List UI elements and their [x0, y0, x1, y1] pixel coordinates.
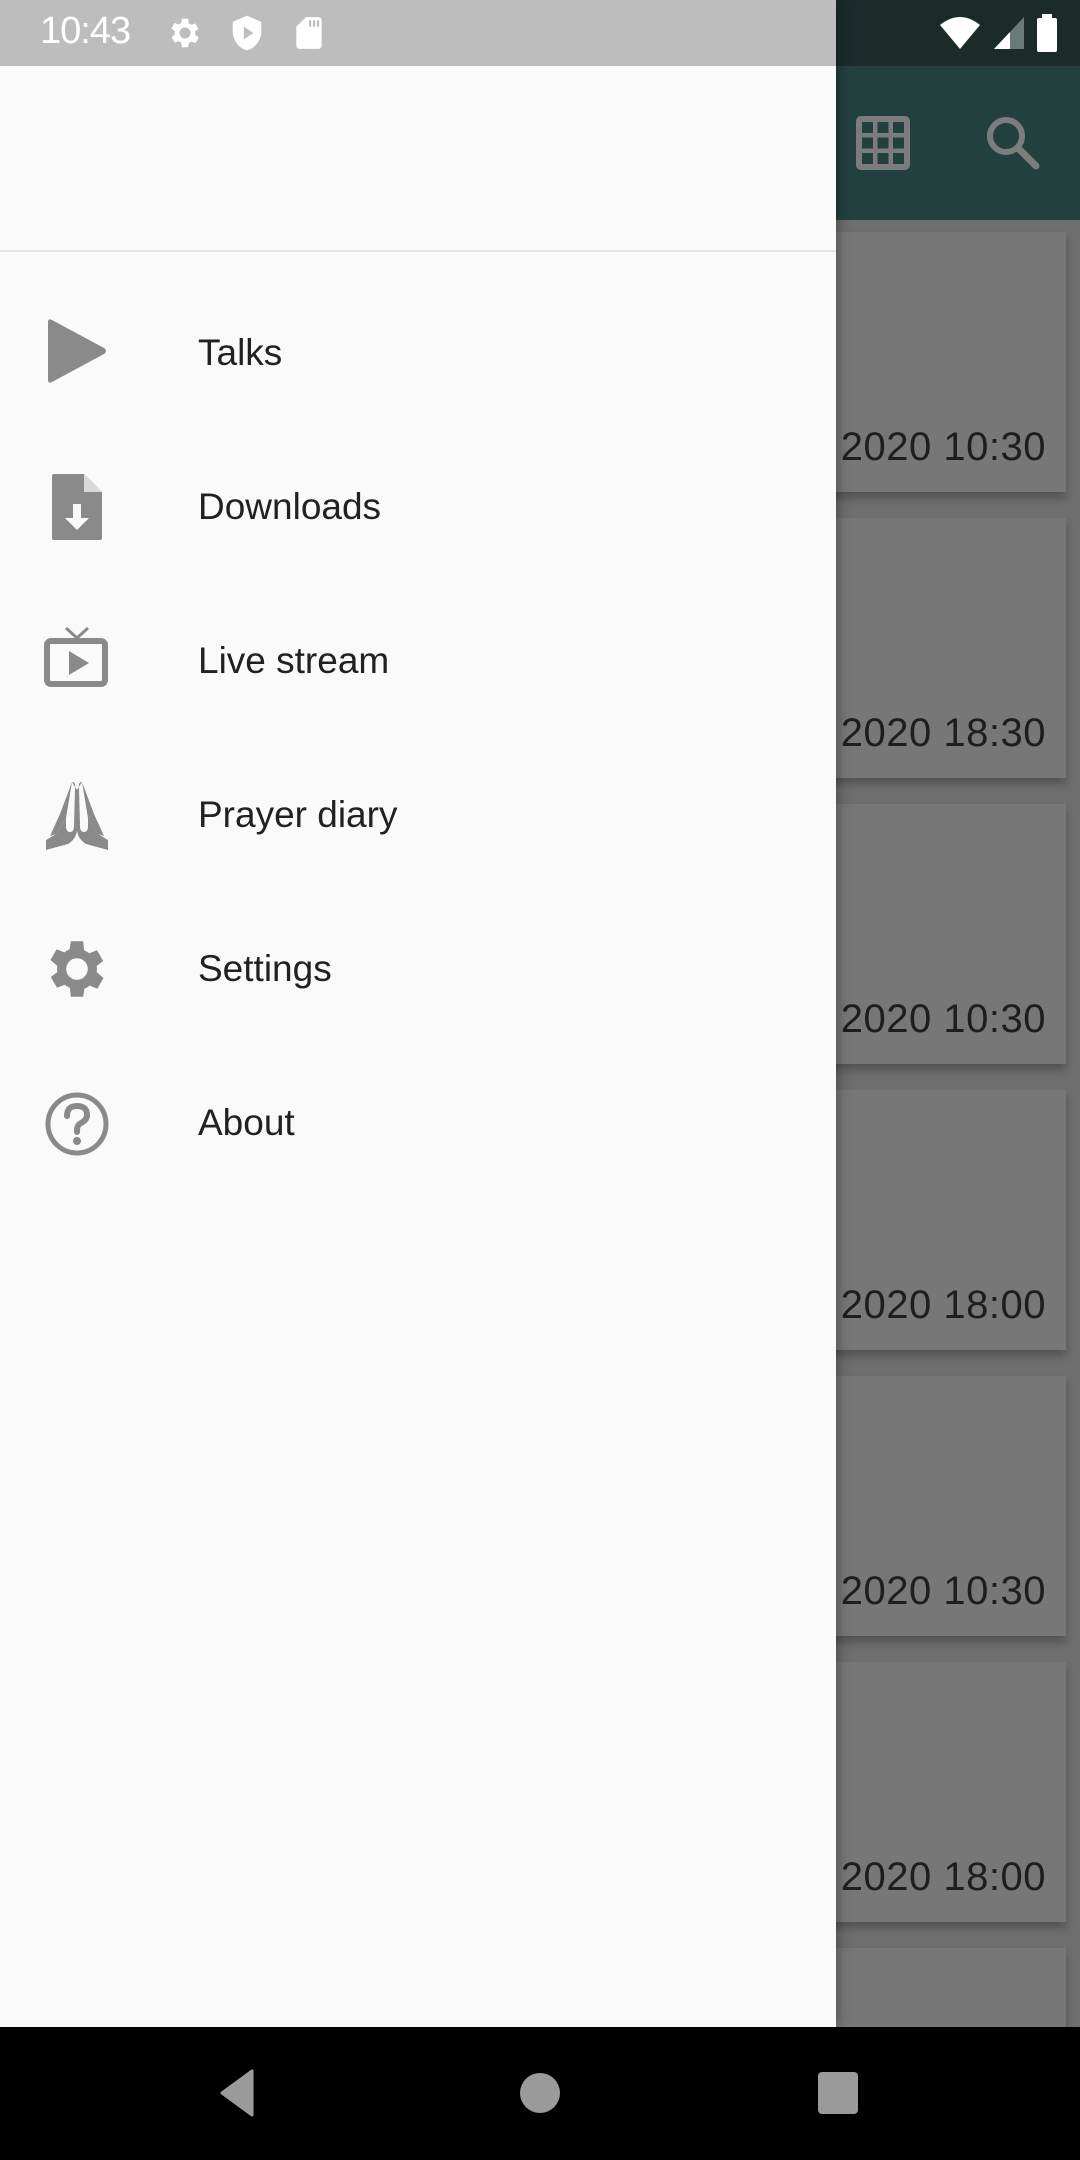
drawer-item-label: About [198, 1102, 295, 1143]
talk-date: 2020 10:30 [840, 425, 1046, 469]
drawer-item-label: Live stream [198, 640, 390, 681]
file-download-icon [52, 474, 102, 540]
drawer-item-settings[interactable]: Settings [0, 892, 836, 1046]
drawer-item-live-stream[interactable]: Live stream [0, 584, 836, 738]
recents-icon [818, 2072, 858, 2114]
grid-view-button[interactable] [850, 110, 916, 176]
drawer-item-label: Settings [198, 948, 332, 989]
battery-icon [1037, 14, 1057, 52]
navigation-drawer: 10:43 Talks Downloads Live stream Prayer… [0, 0, 836, 2027]
play-icon [48, 319, 106, 383]
talk-date: 2020 18:00 [840, 1283, 1046, 1327]
back-icon [220, 2069, 254, 2117]
drawer-item-talks[interactable]: Talks [0, 276, 836, 430]
status-icons-right [938, 0, 1058, 66]
grid-view-icon [856, 116, 910, 170]
back-button[interactable] [212, 2063, 272, 2123]
status-time: 10:43 [40, 10, 131, 52]
home-icon [520, 2073, 560, 2113]
live-tv-icon [44, 626, 108, 687]
search-button[interactable] [980, 110, 1046, 176]
talk-date: 2020 10:30 [840, 1569, 1046, 1613]
drawer-item-label: Downloads [198, 486, 382, 527]
drawer-item-downloads[interactable]: Downloads [0, 430, 836, 584]
talk-date: 2020 18:00 [840, 1855, 1046, 1899]
praying-hands-icon [46, 782, 108, 850]
help-circle-icon [45, 1092, 109, 1156]
drawer-item-label: Prayer diary [198, 794, 398, 835]
settings-icon [171, 18, 199, 48]
home-button[interactable] [510, 2063, 570, 2123]
search-icon [987, 117, 1040, 170]
recents-button[interactable] [808, 2063, 868, 2123]
drawer-item-prayer-diary[interactable]: Prayer diary [0, 738, 836, 892]
cellular-signal-icon [994, 17, 1024, 49]
talk-date: 2020 10:30 [840, 997, 1046, 1041]
drawer-item-label: Talks [198, 332, 283, 373]
drawer-item-about[interactable]: About [0, 1046, 836, 1200]
play-protect-icon [232, 15, 262, 51]
settings-icon [50, 941, 104, 997]
sd-card-icon [296, 17, 322, 49]
status-bar: 10:43 [0, 0, 836, 66]
drawer-header [0, 66, 836, 252]
talk-date: 2020 18:30 [840, 711, 1046, 755]
system-nav-bar [0, 2027, 1080, 2160]
wifi-icon [940, 17, 980, 49]
